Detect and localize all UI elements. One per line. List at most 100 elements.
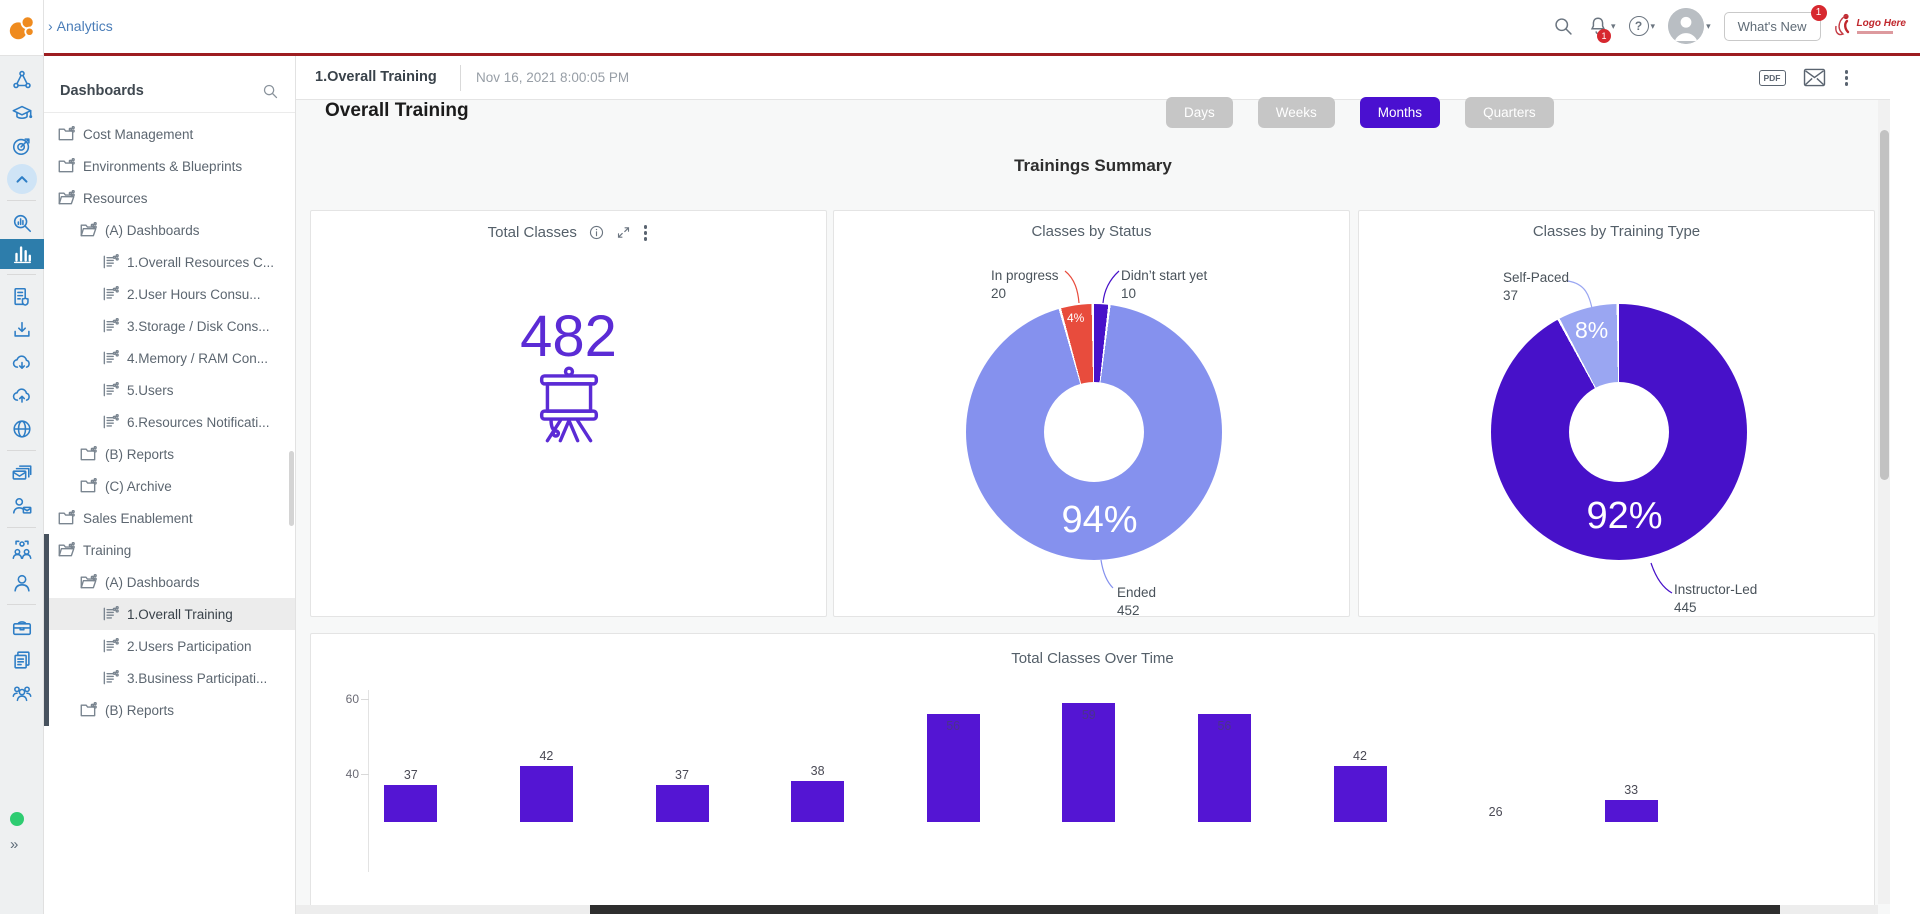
period-button-days[interactable]: Days [1166, 97, 1233, 128]
bar-value-label: 56 [946, 719, 961, 734]
report-icon [102, 254, 119, 270]
tree-item-label: (A) Dashboards [105, 222, 200, 238]
bar[interactable] [519, 766, 573, 822]
users-group-icon[interactable] [0, 676, 44, 709]
expand-icon[interactable] [616, 225, 631, 240]
user-icon[interactable] [0, 566, 44, 599]
y-axis-tick-mark [361, 699, 369, 701]
document-shield-icon[interactable] [0, 280, 44, 313]
logo-text: Logo Here [1856, 17, 1906, 29]
target-icon[interactable] [0, 129, 44, 162]
sidebar-item-6-resources-notificati[interactable]: 6.Resources Notificati... [44, 406, 295, 438]
bar[interactable] [1333, 766, 1387, 822]
sidebar-item-b-reports[interactable]: (B) Reports [44, 694, 295, 726]
export-pdf-button[interactable]: PDF [1758, 69, 1786, 86]
tree-item-label: 2.User Hours Consu... [127, 286, 261, 302]
sidebar-item-5-users[interactable]: 5.Users [44, 374, 295, 406]
mail-stack-icon[interactable] [0, 456, 44, 489]
cloud-download-icon[interactable] [0, 346, 44, 379]
dashboard-title: 1.Overall Training [315, 69, 437, 85]
info-icon[interactable] [588, 224, 605, 241]
folder-icon [80, 446, 97, 462]
slice-label: In progress 20 [991, 268, 1059, 301]
tree-item-label: 5.Users [127, 382, 174, 398]
period-button-months[interactable]: Months [1359, 97, 1441, 128]
bar-chart-icon[interactable] [0, 239, 44, 269]
sidebar-item-a-dashboards[interactable]: (A) Dashboards [44, 214, 295, 246]
search-analytics-icon[interactable] [0, 206, 44, 239]
sidebar-item-2-users-participation[interactable]: 2.Users Participation [44, 630, 295, 662]
panel-search-icon[interactable] [262, 83, 279, 100]
tree-item-label: Environments & Blueprints [83, 158, 243, 174]
help-button[interactable]: ? ▾ [1628, 16, 1655, 36]
tree-item-label: 6.Resources Notificati... [127, 414, 270, 430]
slice-label: Self-Paced 37 [1503, 270, 1570, 303]
panel-title: Dashboards [60, 83, 144, 99]
dashboard-timestamp: Nov 16, 2021 8:00:05 PM [476, 70, 630, 85]
email-icon[interactable] [1803, 68, 1826, 87]
sidebar-item-4-memory-ram-con[interactable]: 4.Memory / RAM Con... [44, 342, 295, 374]
sidebar-item-1-overall-training[interactable]: 1.Overall Training [44, 598, 295, 630]
bar[interactable] [655, 784, 709, 822]
rail-separator [7, 604, 36, 605]
sidebar-item-a-dashboards[interactable]: (A) Dashboards [44, 566, 295, 598]
sidebar-item-b-reports[interactable]: (B) Reports [44, 438, 295, 470]
bar[interactable] [1604, 799, 1658, 822]
whats-new-label: What's New [1737, 18, 1807, 34]
globe-icon[interactable] [0, 412, 44, 445]
cloud-upload-icon[interactable] [0, 379, 44, 412]
sidebar-item-sales-enablement[interactable]: Sales Enablement [44, 502, 295, 534]
tree-item-label: Cost Management [83, 126, 194, 142]
sidebar-item-2-user-hours-consu[interactable]: 2.User Hours Consu... [44, 278, 295, 310]
report-icon [102, 414, 119, 430]
rail-separator [7, 200, 36, 201]
user-menu[interactable]: ▾ [1668, 8, 1711, 44]
bar-plot: 40 60 37 42 37 38 56 59 56 42 26 33 [311, 634, 1874, 914]
whats-new-badge: 1 [1810, 4, 1827, 21]
horizontal-scrollbar[interactable] [296, 905, 1878, 914]
bar-value-label: 26 [1488, 805, 1503, 819]
report-icon [102, 638, 119, 654]
notifications-button[interactable]: ▾ 1 [1587, 15, 1616, 43]
graduation-cap-icon[interactable] [0, 96, 44, 129]
rail-separator [7, 527, 36, 528]
team-icon[interactable] [0, 533, 44, 566]
chevron-up-circle-icon[interactable] [0, 162, 44, 195]
card-kebab-icon[interactable] [642, 223, 650, 243]
more-options-kebab-icon[interactable] [1843, 68, 1851, 88]
user-mail-icon[interactable] [0, 489, 44, 522]
sidebar-item-c-archive[interactable]: (C) Archive [44, 470, 295, 502]
panel-scrollbar[interactable] [289, 451, 294, 526]
card-title: Total Classes [487, 224, 577, 242]
bar[interactable] [791, 781, 845, 822]
briefcase-icon[interactable] [0, 610, 44, 643]
sidebar-item-training[interactable]: Training [44, 534, 295, 566]
bar-value-label: 33 [1624, 782, 1639, 797]
tree-item-label: 3.Storage / Disk Cons... [127, 318, 270, 334]
period-button-quarters[interactable]: Quarters [1465, 97, 1554, 128]
whats-new-button[interactable]: What's New 1 [1723, 4, 1827, 41]
vertical-scrollbar-thumb[interactable] [1879, 130, 1889, 480]
sidebar-item-resources[interactable]: Resources [44, 182, 295, 214]
breadcrumb[interactable]: › Analytics [48, 18, 113, 34]
documents-icon[interactable] [0, 643, 44, 676]
expand-panel-chevrons-icon[interactable]: » [10, 836, 18, 853]
notification-badge: 1 [1597, 29, 1611, 43]
bar[interactable] [384, 784, 438, 822]
avatar [1668, 8, 1705, 44]
share-network-icon[interactable] [0, 63, 44, 96]
sidebar-item-1-overall-resources-c[interactable]: 1.Overall Resources C... [44, 246, 295, 278]
chevron-down-icon: ▾ [1611, 20, 1616, 31]
breadcrumb-label: Analytics [56, 18, 113, 34]
tree-item-label: 4.Memory / RAM Con... [127, 350, 269, 366]
sidebar-item-3-business-participati[interactable]: 3.Business Participati... [44, 662, 295, 694]
sidebar-item-cost-management[interactable]: Cost Management [44, 118, 295, 150]
search-icon[interactable] [1553, 16, 1574, 37]
period-button-weeks[interactable]: Weeks [1257, 97, 1335, 128]
horizontal-scrollbar-thumb[interactable] [590, 905, 1780, 914]
sidebar-item-3-storage-disk-cons[interactable]: 3.Storage / Disk Cons... [44, 310, 295, 342]
sidebar-item-environments-blueprints[interactable]: Environments & Blueprints [44, 150, 295, 182]
download-icon[interactable] [0, 313, 44, 346]
vertical-scrollbar[interactable] [1878, 100, 1890, 904]
app-logo[interactable] [0, 0, 44, 56]
